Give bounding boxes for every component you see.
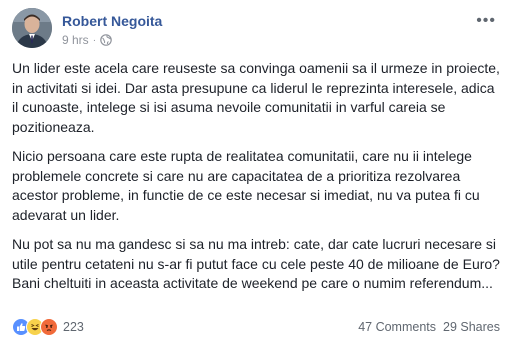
engagement-stats: 47 Comments 29 Shares (358, 320, 500, 334)
shares-link[interactable]: 29 Shares (443, 320, 500, 334)
angry-icon (40, 318, 58, 336)
globe-icon[interactable] (100, 34, 112, 46)
reactions-summary[interactable]: 223 (12, 318, 84, 336)
more-options-icon[interactable]: ••• (476, 12, 496, 30)
reaction-count: 223 (63, 320, 84, 334)
avatar[interactable] (12, 8, 52, 48)
meta-separator: · (92, 34, 97, 46)
post-footer: 223 47 Comments 29 Shares (12, 317, 500, 337)
comments-link[interactable]: 47 Comments (358, 320, 436, 334)
post-paragraph-3: Nu pot sa nu ma gandesc si sa nu ma intr… (12, 236, 500, 291)
post-timestamp[interactable]: 9 hrs (62, 33, 89, 47)
post-paragraph-2: Nicio persoana care este rupta de realit… (12, 148, 480, 223)
avatar-image (12, 8, 52, 48)
post-text: Un lider este acela care reuseste sa con… (12, 59, 504, 304)
post-meta: 9 hrs · (62, 33, 112, 47)
post-header: Robert Negoita 9 hrs · ••• (12, 8, 498, 54)
author-name[interactable]: Robert Negoita (62, 13, 162, 29)
post-paragraph-1: Un lider este acela care reuseste sa con… (12, 60, 500, 135)
